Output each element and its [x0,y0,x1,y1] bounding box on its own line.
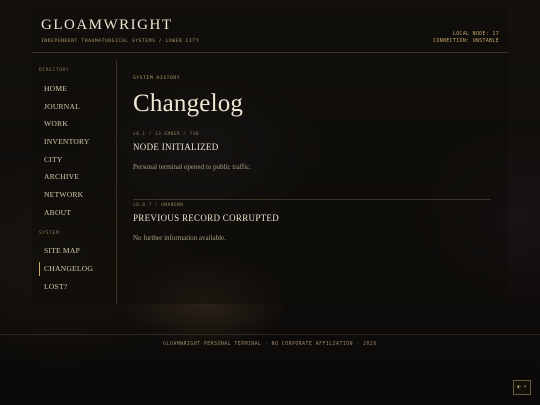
sidebar-item-journal[interactable]: JOURNAL [39,100,115,114]
connection-status: CONNECTION: UNSTABLE [433,39,499,44]
sidebar-item-site-map[interactable]: SITE MAP [39,244,115,258]
sidebar-item-archive[interactable]: ARCHIVE [39,170,115,184]
node-status: LOCAL NODE: 17 CONNECTION: UNSTABLE [433,31,499,45]
system-heading: SYSTEM [39,231,60,236]
footer-text: GLOAMWRIGHT PERSONAL TERMINAL · NO CORPO… [163,342,377,347]
brand-title[interactable]: GLOAMWRIGHT [41,17,172,34]
entry-meta: v0.0.7 / UNKNOWN [133,203,184,208]
sidebar-nav: DIRECTORY HOME JOURNAL WORK INVENTORY CI… [32,60,117,304]
entry-body: No further information available. [133,234,226,242]
entry-title: PREVIOUS RECORD CORRUPTED [133,213,280,223]
brand-tagline: INDEPENDENT THAUMATURGICAL SYSTEMS / LOW… [41,39,200,44]
page-title: Changelog [133,90,244,117]
sidebar-item-home[interactable]: HOME [39,82,115,96]
entry-divider [133,199,491,200]
site-header: GLOAMWRIGHT INDEPENDENT THAUMATURGICAL S… [32,8,508,53]
section-eyebrow: SYSTEM HISTORY [133,76,181,81]
entry-title: NODE INITIALIZED [133,142,219,152]
entry-meta: v0.1 / 13 EMBER / 738 [133,132,200,137]
sidebar-item-inventory[interactable]: INVENTORY [39,135,115,149]
footer-divider [0,334,540,335]
sidebar-item-work[interactable]: WORK [39,117,115,131]
local-node-status: LOCAL NODE: 17 [452,32,499,37]
sidebar-item-lost[interactable]: LOST? [39,280,115,294]
theme-toggle-button[interactable]: ◐ ☀ [513,380,531,395]
sidebar-item-about[interactable]: ABOUT [39,206,115,220]
sidebar-item-changelog[interactable]: CHANGELOG [39,262,115,276]
sidebar-item-city[interactable]: CITY [39,153,115,167]
terminal-frame: GLOAMWRIGHT INDEPENDENT THAUMATURGICAL S… [32,8,508,304]
entry-body: Personal terminal opened to public traff… [133,163,252,171]
sidebar-item-network[interactable]: NETWORK [39,188,115,202]
directory-heading: DIRECTORY [39,68,70,73]
